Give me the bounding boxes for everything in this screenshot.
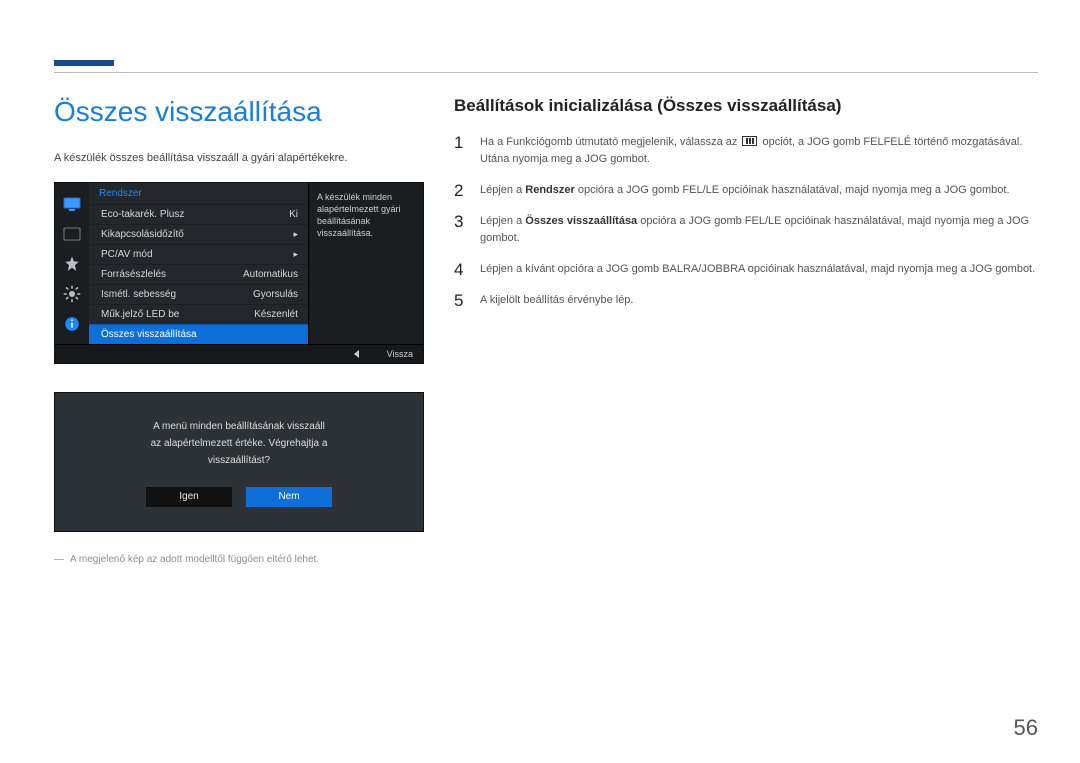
footnote-dash: ― — [54, 554, 64, 565]
osd-menu-item-label: Összes visszaállítása — [101, 329, 197, 340]
display-icon — [61, 223, 83, 245]
osd-sidebar — [55, 183, 89, 344]
dialog-line-1: A menü minden beállításának visszaáll — [153, 421, 325, 432]
step-3: Lépjen a Összes visszaállítása opcióra a… — [454, 213, 1038, 247]
osd-menu: Rendszer Eco-takarék. Plusz Ki Kikapcsolás… — [89, 183, 308, 344]
step-2-bold: Rendszer — [525, 184, 575, 196]
osd-menu-title: Rendszer — [89, 183, 308, 204]
header-accent-bar — [54, 60, 114, 66]
footnote: ― A megjelenő kép az adott modelltől függ… — [54, 554, 430, 565]
osd-menu-item-label: PC/AV mód — [101, 249, 153, 260]
osd-menu-item[interactable]: Forrásészlelés Automatikus — [89, 264, 308, 284]
osd-menu-item-label: Műk.jelző LED be — [101, 309, 179, 320]
step-1: Ha a Funkciógomb útmutató megjelenik, vá… — [454, 134, 1038, 168]
step-5: A kijelölt beállítás érvénybe lép. — [454, 292, 1038, 309]
osd-menu-item-label: Forrásészlelés — [101, 269, 166, 280]
step-2: Lépjen a Rendszer opcióra a JOG gomb FEL… — [454, 182, 1038, 199]
osd-footer: Vissza — [55, 344, 423, 363]
header-rule — [54, 72, 1038, 73]
step-3-bold: Összes visszaállítása — [525, 215, 637, 227]
chevron-right-icon: ▸ — [293, 229, 298, 240]
steps-list: Ha a Funkciógomb útmutató megjelenik, vá… — [454, 134, 1038, 309]
monitor-icon — [61, 193, 83, 215]
section-subtitle: Beállítások inicializálása (Összes vissz… — [454, 96, 1038, 116]
osd-menu-item-label: Eco-takarék. Plusz — [101, 209, 184, 220]
osd-menu-item-label: Ismétl. sebesség — [101, 289, 176, 300]
gear-icon — [61, 283, 83, 305]
step-2-text-c: opcióra a JOG gomb FEL/LE opcióinak hasz… — [575, 184, 1010, 196]
chevron-right-icon: ▸ — [293, 249, 298, 260]
step-2-text-a: Lépjen a — [480, 184, 525, 196]
osd-menu-item[interactable]: Ismétl. sebesség Gyorsulás — [89, 284, 308, 304]
osd-menu-item-value: Gyorsulás — [253, 289, 298, 300]
osd-panel: Rendszer Eco-takarék. Plusz Ki Kikapcsolás… — [54, 182, 424, 364]
menu-icon — [742, 136, 757, 146]
osd-menu-item-value: Automatikus — [243, 269, 298, 280]
info-icon — [61, 313, 83, 335]
page-number: 56 — [1014, 715, 1038, 741]
osd-menu-item[interactable]: Kikapcsolásidőzítő ▸ — [89, 224, 308, 244]
footnote-text: A megjelenő kép az adott modelltől függő… — [70, 554, 319, 565]
intro-text: A készülék összes beállítása visszaáll a… — [54, 152, 430, 164]
osd-menu-item-label: Kikapcsolásidőzítő — [101, 229, 184, 240]
step-1-text-a: Ha a Funkciógomb útmutató megjelenik, vá… — [480, 136, 740, 148]
osd-menu-item[interactable]: Összes visszaállítása — [89, 324, 308, 344]
back-arrow-icon — [354, 350, 359, 358]
step-3-text-a: Lépjen a — [480, 215, 525, 227]
star-icon — [61, 253, 83, 275]
osd-menu-item-value: Ki — [289, 209, 298, 220]
osd-menu-item[interactable]: Eco-takarék. Plusz Ki — [89, 204, 308, 224]
dialog-no-button[interactable]: Nem — [246, 487, 332, 507]
step-4: Lépjen a kívánt opcióra a JOG gomb BALRA… — [454, 261, 1038, 278]
dialog-line-3: visszaállítást? — [208, 455, 270, 466]
page-title: Összes visszaállítása — [54, 96, 430, 128]
osd-back-label: Vissza — [387, 349, 413, 359]
dialog-line-2: az alapértelmezett értéke. Végrehajtja a — [151, 438, 328, 449]
osd-menu-item[interactable]: Műk.jelző LED be Készenlét — [89, 304, 308, 324]
dialog-yes-button[interactable]: Igen — [146, 487, 232, 507]
osd-menu-item[interactable]: PC/AV mód ▸ — [89, 244, 308, 264]
osd-description: A készülék minden alapértelmezett gyári … — [308, 183, 423, 344]
osd-menu-item-value: Készenlét — [254, 309, 298, 320]
confirm-dialog: A menü minden beállításának visszaáll az… — [54, 392, 424, 532]
